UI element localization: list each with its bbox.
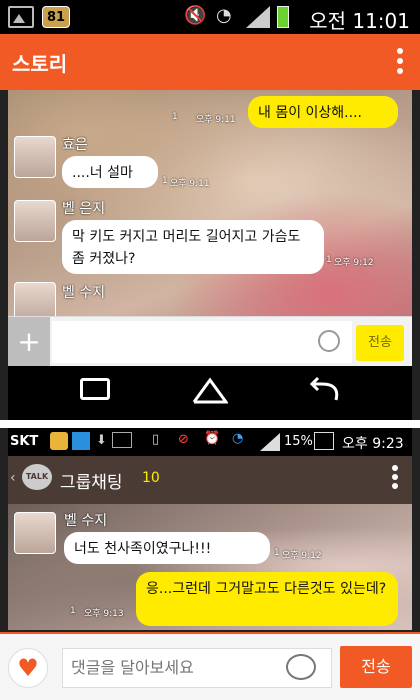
sender-name: 벨 수지 bbox=[62, 285, 106, 301]
message-time: 오후 9:11 bbox=[196, 115, 236, 125]
divider bbox=[0, 420, 420, 428]
message-bubble: 응...그런데 그거말고도 다른것도 있는데? bbox=[136, 572, 398, 626]
back-icon[interactable] bbox=[306, 376, 342, 410]
more-vertical-icon[interactable] bbox=[396, 44, 404, 80]
clock: 오전 11:01 bbox=[309, 9, 410, 33]
emoticon-icon[interactable] bbox=[286, 654, 316, 680]
chat-title: 그룹채팅 bbox=[60, 473, 123, 493]
talk-badge: TALK bbox=[22, 464, 52, 490]
unread-count: 1 bbox=[326, 255, 332, 265]
unread-count: 1 bbox=[70, 606, 76, 616]
status-bar: 81 🔇 ◔ 오전 11:01 bbox=[0, 0, 420, 34]
battery-percent: 15% bbox=[284, 434, 313, 449]
message-bubble: ....너 설마 bbox=[62, 156, 158, 188]
send-button[interactable]: 전송 bbox=[340, 646, 412, 688]
sender-name: 효은 bbox=[62, 137, 88, 153]
carrier: SKT bbox=[10, 434, 39, 449]
unread-count: 1 bbox=[172, 112, 178, 122]
message-bubble: 막 키도 커지고 머리도 길어지고 가슴도 좀 커졌나? bbox=[62, 220, 324, 274]
page-title: 스토리 bbox=[12, 52, 68, 76]
plus-button[interactable]: + bbox=[8, 317, 50, 367]
vibrate-icon: ▯ bbox=[152, 432, 160, 447]
chat-screenshot-2: SKT ⬇ ▯ ⊘ ⏰ ◔ 15% 오후 9:23 ‹ TALK 그룹채팅 10… bbox=[8, 428, 412, 630]
mute-icon: ⊘ bbox=[178, 432, 189, 447]
emoticon-icon[interactable] bbox=[318, 330, 340, 352]
app-icon bbox=[72, 432, 90, 450]
message-input[interactable] bbox=[52, 321, 352, 363]
chat-header: ‹ TALK 그룹채팅 10 bbox=[8, 456, 412, 504]
status-bar: SKT ⬇ ▯ ⊘ ⏰ ◔ 15% 오후 9:23 bbox=[8, 428, 412, 456]
sender-name: 벨 수지 bbox=[64, 513, 108, 529]
send-button[interactable]: 전송 bbox=[356, 325, 404, 361]
sender-name: 벨 은지 bbox=[62, 201, 106, 217]
gallery-icon bbox=[8, 6, 34, 28]
home-icon[interactable] bbox=[192, 376, 229, 408]
message-bubble: 내 몸이 이상해.... bbox=[248, 96, 398, 128]
wifi-icon: ◔ bbox=[232, 431, 244, 446]
unread-count: 1 bbox=[162, 176, 168, 186]
avatar bbox=[14, 512, 56, 554]
clock: 오후 9:23 bbox=[342, 436, 404, 452]
download-icon: ⬇ bbox=[96, 433, 107, 448]
mute-icon: 🔇 bbox=[184, 5, 207, 26]
battery-icon bbox=[277, 6, 289, 28]
app-icon bbox=[50, 432, 68, 450]
message-bubble: 너도 천사족이였구나!!! bbox=[64, 532, 270, 564]
message-time: 오후 9:13 bbox=[84, 609, 124, 619]
chart-icon bbox=[314, 432, 334, 450]
alarm-icon: ⏰ bbox=[204, 431, 221, 446]
message-time: 오후 9:11 bbox=[170, 179, 210, 189]
member-count: 10 bbox=[142, 470, 160, 486]
comment-bar: ♥ 전송 bbox=[0, 632, 420, 700]
more-vertical-icon[interactable] bbox=[392, 462, 398, 492]
avatar bbox=[14, 136, 56, 178]
message-input-bar: + 전송 bbox=[8, 316, 412, 367]
message-time: 오후 9:12 bbox=[282, 551, 322, 561]
avatar bbox=[14, 200, 56, 242]
heart-icon[interactable]: ♥ bbox=[8, 648, 48, 688]
navigation-bar bbox=[8, 366, 412, 420]
signal-icon bbox=[260, 433, 280, 451]
chat-screenshot-1: 1 오후 9:11 내 몸이 이상해.... 효은 ....너 설마 1 오후 … bbox=[8, 90, 412, 420]
signal-icon bbox=[246, 6, 270, 28]
wifi-icon: ◔ bbox=[216, 5, 232, 26]
top-app-bar: 스토리 bbox=[0, 34, 420, 90]
gallery-icon bbox=[112, 432, 132, 448]
back-chevron-icon[interactable]: ‹ bbox=[10, 470, 16, 486]
message-time: 오후 9:12 bbox=[334, 258, 374, 268]
notification-badge: 81 bbox=[42, 6, 70, 28]
recent-apps-icon[interactable] bbox=[80, 378, 110, 400]
unread-count: 1 bbox=[274, 548, 280, 558]
